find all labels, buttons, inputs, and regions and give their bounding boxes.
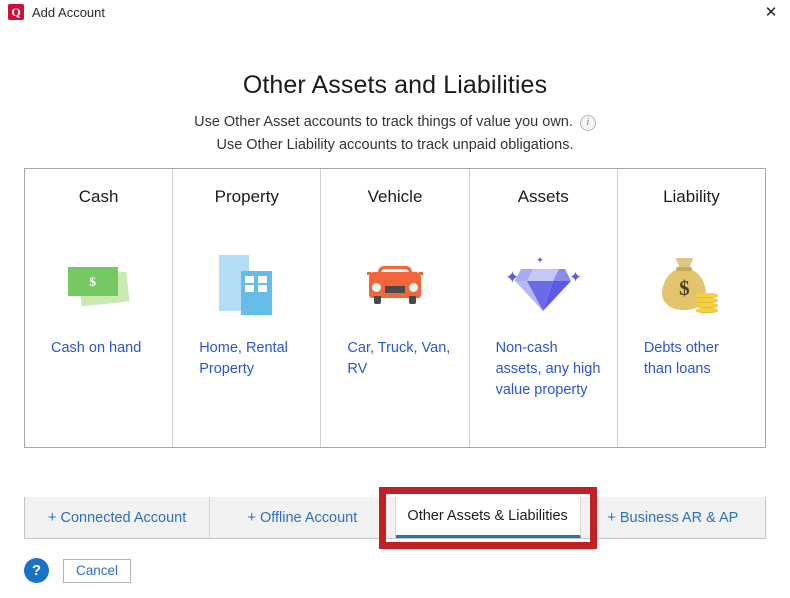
card-title: Cash xyxy=(78,187,119,206)
card-description[interactable]: Non-cash assets, any high value property xyxy=(486,338,601,401)
tab-offline-account[interactable]: + Offline Account xyxy=(210,497,396,538)
account-type-card-grid: Cash $ Cash on hand Property Home, Renta… xyxy=(24,168,766,448)
tab-connected-account[interactable]: + Connected Account xyxy=(25,497,211,538)
account-source-tabbar: + Connected Account + Offline Account Ot… xyxy=(24,497,766,539)
page-header: Other Assets and Liabilities Use Other A… xyxy=(0,71,790,156)
card-title: Liability xyxy=(663,187,720,206)
tab-business-ar-ap[interactable]: + Business AR & AP xyxy=(580,497,765,538)
close-icon[interactable]: ✕ xyxy=(758,2,784,22)
card-vehicle[interactable]: Vehicle Car, Truck, Van, RV xyxy=(321,169,470,447)
buildings-icon xyxy=(216,251,278,319)
card-title: Property xyxy=(214,187,279,206)
window-title: Add Account xyxy=(32,4,105,20)
dialog-footer: ? Cancel xyxy=(24,558,132,583)
car-icon xyxy=(367,264,423,306)
card-property[interactable]: Property Home, Rental Property xyxy=(173,169,322,447)
cash-bills-icon: $ xyxy=(64,261,134,309)
card-title: Assets xyxy=(517,187,569,206)
card-icon-slot xyxy=(337,237,452,333)
card-icon-slot: ✦ ✦ ✦ xyxy=(486,237,601,333)
gem-shape xyxy=(515,269,572,311)
sparkle-icon: ✦ xyxy=(536,256,544,266)
cash-dollar-symbol: $ xyxy=(89,273,96,289)
page-title: Other Assets and Liabilities xyxy=(242,71,548,99)
card-description[interactable]: Debts other than loans xyxy=(634,338,749,380)
card-description[interactable]: Car, Truck, Van, RV xyxy=(337,338,452,380)
tab-other-assets-liabilities[interactable]: Other Assets & Liabilities xyxy=(395,497,581,538)
card-description[interactable]: Home, Rental Property xyxy=(189,338,304,380)
cancel-button[interactable]: Cancel xyxy=(63,558,132,583)
card-icon-slot xyxy=(189,237,304,333)
card-description[interactable]: Cash on hand xyxy=(41,338,156,359)
subtitle-line-1: Use Other Asset accounts to track things… xyxy=(194,114,573,130)
page-subtitle: Use Other Asset accounts to track things… xyxy=(0,112,790,156)
card-cash[interactable]: Cash $ Cash on hand xyxy=(25,169,174,447)
window-titlebar: Q Add Account ✕ xyxy=(0,0,790,24)
money-bag-icon: $ xyxy=(656,252,726,318)
subtitle-line-2: Use Other Liability accounts to track un… xyxy=(216,137,574,153)
card-icon-slot: $ xyxy=(634,237,749,333)
card-liability[interactable]: Liability $ Debts other than loans xyxy=(618,169,765,447)
quicken-logo-icon: Q xyxy=(8,4,24,20)
diamond-gem-icon: ✦ ✦ ✦ xyxy=(505,256,582,313)
card-icon-slot: $ xyxy=(41,237,156,333)
info-icon[interactable]: i xyxy=(579,114,596,131)
card-title: Vehicle xyxy=(367,187,423,206)
help-icon[interactable]: ? xyxy=(24,558,49,583)
card-assets[interactable]: Assets ✦ ✦ ✦ Non-cash assets, any high v… xyxy=(470,169,618,447)
